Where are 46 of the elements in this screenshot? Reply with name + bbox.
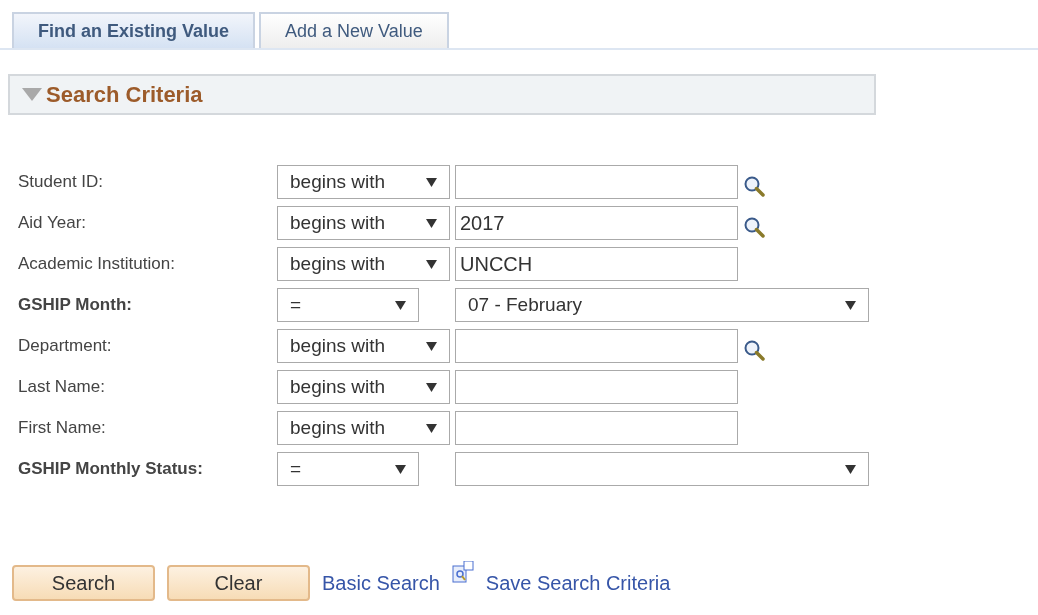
collapse-triangle-icon[interactable] <box>22 87 42 102</box>
operator-dropdown[interactable]: begins with <box>277 329 450 363</box>
field-label: GSHIP Month: <box>18 294 133 317</box>
action-button[interactable]: Clear <box>167 565 310 601</box>
dropdown-caret-icon <box>395 464 406 474</box>
search-icon[interactable] <box>743 216 765 238</box>
operator-dropdown[interactable]: = <box>277 288 419 322</box>
save-search-icon[interactable] <box>451 561 474 583</box>
input-field[interactable] <box>455 370 738 404</box>
operator-dropdown[interactable]: begins with <box>277 411 450 445</box>
operator-dropdown[interactable]: begins with <box>277 206 450 240</box>
field-label: Academic Institution: <box>18 253 176 276</box>
tab[interactable]: Add a New Value <box>259 12 449 48</box>
dropdown-caret-icon <box>426 259 437 269</box>
section-title: Search Criteria <box>46 81 203 109</box>
input-field[interactable] <box>455 411 738 445</box>
input-field[interactable] <box>455 329 738 363</box>
dropdown-caret-icon <box>426 218 437 228</box>
operator-dropdown[interactable]: begins with <box>277 165 450 199</box>
dropdown-caret-icon <box>426 382 437 392</box>
tab[interactable]: Find an Existing Value <box>12 12 256 48</box>
dropdown-caret-icon <box>426 341 437 351</box>
field-label: First Name: <box>18 417 107 440</box>
dropdown-caret-icon <box>845 300 856 310</box>
input-field[interactable]: 2017 <box>455 206 738 240</box>
action-button[interactable]: Search <box>12 565 155 601</box>
input-field[interactable]: UNCCH <box>455 247 738 281</box>
field-label: GSHIP Monthly Status: <box>18 458 204 481</box>
field-label: Department: <box>18 335 113 358</box>
dropdown-caret-icon <box>845 464 856 474</box>
field-label: Last Name: <box>18 376 106 399</box>
link[interactable]: Save Search Criteria <box>485 568 671 598</box>
value-dropdown[interactable] <box>455 452 869 486</box>
dropdown-caret-icon <box>395 300 406 310</box>
search-icon[interactable] <box>743 339 765 361</box>
operator-dropdown[interactable]: = <box>277 452 419 486</box>
input-field[interactable] <box>455 165 738 199</box>
field-label: Student ID: <box>18 171 105 194</box>
link[interactable]: Basic Search <box>322 568 440 598</box>
search-icon[interactable] <box>743 175 765 197</box>
dropdown-caret-icon <box>426 177 437 187</box>
field-label: Aid Year: <box>18 212 88 235</box>
operator-dropdown[interactable]: begins with <box>277 247 450 281</box>
dropdown-caret-icon <box>426 423 437 433</box>
operator-dropdown[interactable]: begins with <box>277 370 450 404</box>
value-dropdown[interactable]: 07 - February <box>455 288 869 322</box>
